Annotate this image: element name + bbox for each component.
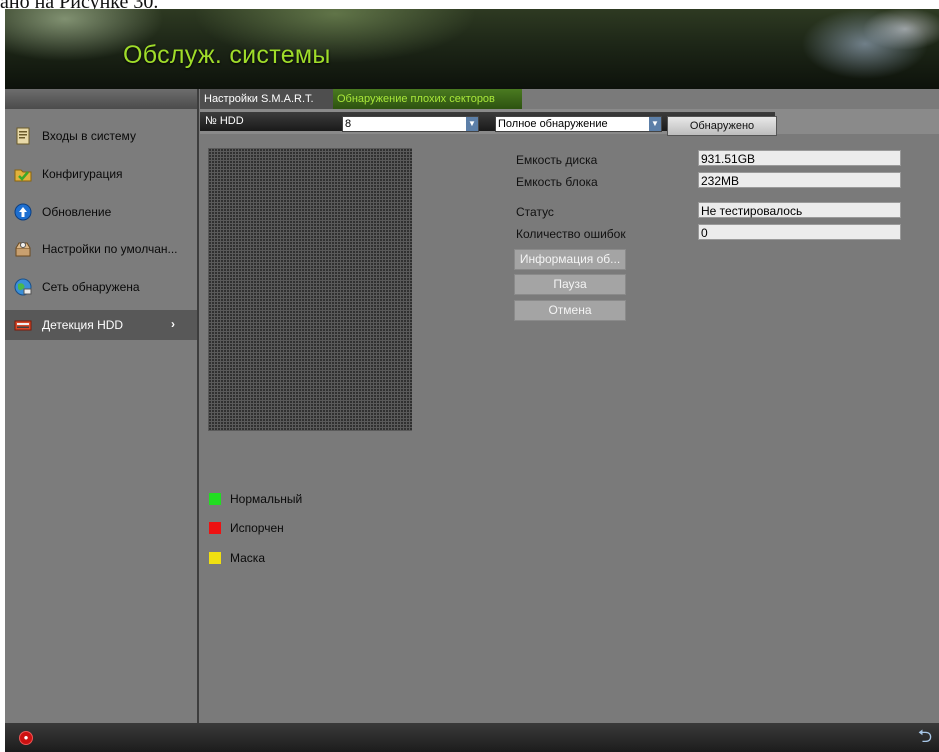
- upgrade-arrow-icon: [13, 202, 33, 222]
- detect-button[interactable]: Обнаружено: [667, 116, 777, 136]
- sidebar-item-label: Настройки по умолчан...: [42, 242, 178, 256]
- detection-toolbar: № HDD 8 ▼ Полное обнаружение ▼ Обнаружен…: [200, 109, 939, 136]
- sidebar-item-configuration[interactable]: Конфигурация: [5, 159, 197, 189]
- header-banner: Обслуж. системы: [5, 9, 939, 89]
- chevron-down-icon: ▼: [466, 117, 478, 131]
- legend-swatch-masked: [209, 552, 221, 564]
- sidebar-item-hdd-detect[interactable]: Детекция HDD ›: [5, 310, 197, 340]
- legend-swatch-damaged: [209, 522, 221, 534]
- status-label: Статус: [516, 205, 554, 219]
- log-book-icon: [13, 126, 33, 146]
- sidebar-item-label: Обновление: [42, 205, 112, 219]
- block-size-label: Емкость блока: [516, 175, 598, 189]
- sidebar-item-label: Сеть обнаружена: [42, 280, 140, 294]
- page-title: Обслуж. системы: [123, 41, 331, 69]
- sidebar-item-default[interactable]: Настройки по умолчан...: [5, 234, 197, 264]
- pause-button[interactable]: Пауза: [514, 274, 626, 295]
- hdd-number-value: 8: [345, 118, 352, 130]
- sidebar-item-net-detect[interactable]: Сеть обнаружена: [5, 272, 197, 302]
- capacity-field: 931.51GB: [698, 150, 901, 166]
- block-size-field: 232MB: [698, 172, 901, 188]
- folder-check-icon: [13, 164, 33, 184]
- sidebar-item-label: Детекция HDD: [42, 318, 124, 332]
- sidebar-item-upgrade[interactable]: Обновление: [5, 197, 197, 227]
- restore-box-icon: [13, 239, 33, 259]
- legend-swatch-normal: [209, 493, 221, 505]
- detection-mode-value: Полное обнаружение: [498, 118, 608, 130]
- legend-label: Маска: [230, 551, 265, 565]
- back-arrow-icon[interactable]: ⮌: [915, 727, 935, 745]
- sidebar-item-log[interactable]: Входы в систему: [5, 121, 197, 151]
- cancel-button[interactable]: Отмена: [514, 300, 626, 321]
- sector-map-grid: [208, 148, 412, 431]
- sidebar-header: [5, 89, 197, 109]
- chevron-right-icon: ›: [171, 317, 175, 331]
- error-count-field: 0: [698, 224, 901, 240]
- network-globe-icon: [13, 277, 33, 297]
- error-info-button[interactable]: Информация об...: [514, 249, 626, 270]
- capacity-label: Емкость диска: [516, 153, 598, 167]
- hdd-number-select[interactable]: 8 ▼: [342, 116, 479, 132]
- legend-label: Нормальный: [230, 492, 303, 506]
- tab-bad-sector-detection[interactable]: Обнаружение плохих секторов: [333, 89, 522, 109]
- legend-label: Испорчен: [230, 521, 284, 535]
- hdd-icon: [13, 315, 33, 335]
- chevron-down-icon: ▼: [649, 117, 661, 131]
- dvr-window: Обслуж. системы Входы в систему Конфигур…: [5, 9, 939, 752]
- status-field: Не тестировалось: [698, 202, 901, 218]
- error-count-label: Количество ошибок: [516, 227, 626, 241]
- sidebar: Входы в систему Конфигурация Обновление …: [5, 89, 199, 723]
- sidebar-item-label: Входы в систему: [42, 129, 136, 143]
- bottom-bar: ● ⮌: [5, 723, 939, 752]
- hdd-number-label: № HDD: [205, 115, 244, 127]
- tab-smart-settings[interactable]: Настройки S.M.A.R.T.: [200, 89, 337, 109]
- detection-mode-select[interactable]: Полное обнаружение ▼: [495, 116, 662, 132]
- power-icon[interactable]: ●: [19, 731, 33, 745]
- sidebar-item-label: Конфигурация: [42, 167, 123, 181]
